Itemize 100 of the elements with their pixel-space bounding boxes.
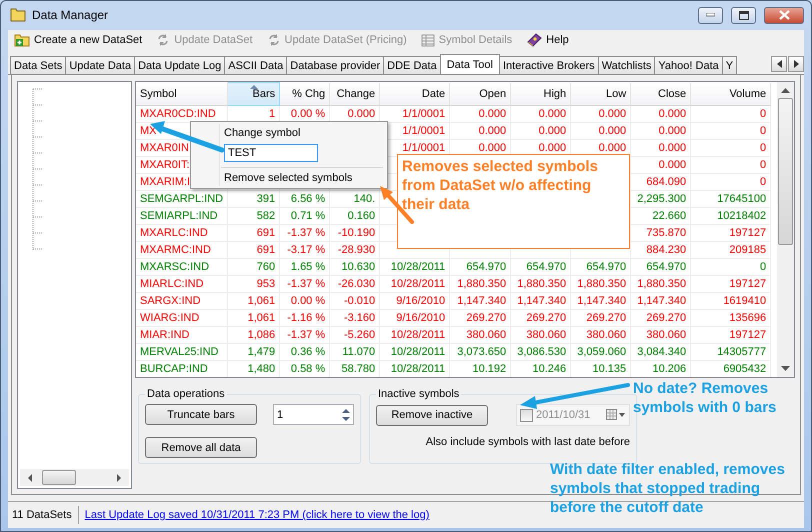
column-header[interactable]: Volume xyxy=(690,82,771,106)
sort-arrow-icon xyxy=(250,84,258,89)
table-cell: 0 xyxy=(690,106,771,122)
table-cell: 1,147.340 xyxy=(510,292,571,310)
column-header[interactable]: Change xyxy=(330,82,380,106)
folder-icon xyxy=(10,8,26,22)
scroll-left-icon[interactable] xyxy=(26,474,34,482)
column-header[interactable]: High xyxy=(510,82,571,106)
table-cell: -1.37 % xyxy=(280,224,330,242)
table-cell: 0.000 xyxy=(510,122,571,140)
table-cell: 1.65 % xyxy=(280,258,330,276)
spin-up-icon[interactable] xyxy=(341,407,352,414)
column-header[interactable]: Bars xyxy=(228,82,280,106)
hint-text: Also include symbols with last date before xyxy=(424,436,630,448)
minimize-button[interactable] xyxy=(698,6,723,24)
scroll-down-icon[interactable] xyxy=(781,366,790,372)
table-cell: 269.270 xyxy=(570,310,631,326)
table-cell: MXARMC:IND xyxy=(136,242,228,258)
tab[interactable]: Yahoo! Data xyxy=(654,56,723,74)
table-cell: 197127 xyxy=(690,326,771,344)
tab[interactable]: Database provider xyxy=(286,56,384,74)
table-cell: 0.000 xyxy=(570,106,631,122)
table-cell: 380.060 xyxy=(570,326,631,344)
table-cell: 269.270 xyxy=(630,310,691,326)
table-cell: -1.37 % xyxy=(280,326,330,344)
callout-text: With date filter enabled, removes symbols that stopped trading before the cutoff date xyxy=(550,460,785,517)
callout-text: No date? Removes symbols with 0 bars xyxy=(633,379,776,417)
table-cell: SARGX:IND xyxy=(136,292,228,310)
toolbar-button[interactable]: Help xyxy=(524,33,571,47)
scrollbar-thumb[interactable] xyxy=(42,470,76,485)
table-cell: 10/28/2011 xyxy=(380,258,450,276)
tab[interactable]: Data Tool xyxy=(440,54,500,74)
tab[interactable]: Data Update Log xyxy=(134,56,226,74)
grid-icon xyxy=(420,34,435,46)
table-cell: 197127 xyxy=(690,224,771,242)
close-icon xyxy=(778,10,790,20)
truncate-button[interactable]: Truncate bars xyxy=(145,404,257,425)
scroll-left-button[interactable] xyxy=(771,56,787,72)
table-cell: 654.970 xyxy=(510,258,571,276)
close-button[interactable] xyxy=(764,6,804,24)
spin-down-icon[interactable] xyxy=(341,415,352,422)
scrollbar-thumb[interactable] xyxy=(778,98,793,245)
table-cell: 1,061 xyxy=(228,292,280,310)
table-cell: 11.070 xyxy=(330,344,380,360)
table-cell: 10/28/2011 xyxy=(380,344,450,360)
tab[interactable]: Update Data xyxy=(65,56,136,74)
tab[interactable]: Y xyxy=(722,56,738,74)
tab[interactable]: Data Sets xyxy=(10,56,66,74)
table-cell: -26.030 xyxy=(330,276,380,292)
table-cell: 14305777 xyxy=(690,344,771,360)
spin-field[interactable]: 1 xyxy=(273,404,354,425)
calendar-icon[interactable] xyxy=(606,409,626,421)
table-cell: 654.970 xyxy=(630,258,691,276)
table-cell: 0.000 xyxy=(450,106,511,122)
scroll-right-icon[interactable] xyxy=(115,474,123,482)
table-cell: 1,086 xyxy=(228,326,280,344)
column-header[interactable]: Low xyxy=(570,82,631,106)
column-header[interactable]: % Chg xyxy=(280,82,330,106)
remove-all-button[interactable]: Remove all data xyxy=(145,437,257,458)
dataset-count: 11 DataSets xyxy=(12,509,72,521)
table-cell: 10/28/2011 xyxy=(380,360,450,377)
column-header[interactable]: Date xyxy=(380,82,450,106)
table-cell: 9/16/2010 xyxy=(380,292,450,310)
table-cell: BURCAP:IND xyxy=(136,360,228,377)
scroll-up-icon[interactable] xyxy=(781,87,790,93)
table-cell: -28.930 xyxy=(330,242,380,258)
table-cell: 10.246 xyxy=(510,360,571,377)
table-cell: -5.260 xyxy=(330,326,380,344)
table-cell: 654.970 xyxy=(450,258,511,276)
table-cell: 6905432 xyxy=(690,360,771,377)
column-header[interactable]: Symbol xyxy=(136,82,228,106)
symbol-input-field[interactable]: TEST xyxy=(224,144,318,162)
table-cell: 3,059.060 xyxy=(570,344,631,360)
table-cell: MERVAL25:IND xyxy=(136,344,228,360)
column-header[interactable]: Close xyxy=(630,82,691,106)
table-cell: 1,147.340 xyxy=(630,292,691,310)
toolbar-button[interactable]: Create a new DataSet xyxy=(12,33,144,47)
table-cell: 10.135 xyxy=(570,360,631,377)
table-cell: SEMIARPL:IND xyxy=(136,208,228,224)
scroll-right-button[interactable] xyxy=(788,56,804,72)
table-cell: 0.000 xyxy=(630,140,691,156)
table-cell: -0.010 xyxy=(330,292,380,310)
tab[interactable]: ASCII Data xyxy=(224,56,288,74)
table-cell: MXARSC:IND xyxy=(136,258,228,276)
table-cell: 0.71 % xyxy=(280,208,330,224)
table-cell: 3,073.650 xyxy=(450,344,511,360)
tab[interactable]: Interactive Brokers xyxy=(498,56,599,74)
table-cell: 10.192 xyxy=(450,360,511,377)
table-cell: -1.16 % xyxy=(280,310,330,326)
maximize-button[interactable] xyxy=(731,6,756,24)
table-cell: 9/16/2010 xyxy=(380,310,450,326)
table-cell: 1,880.350 xyxy=(510,276,571,292)
tab[interactable]: Watchlists xyxy=(598,56,656,74)
log-link[interactable]: Last Update Log saved 10/31/2011 7:23 PM (click here to view the log) xyxy=(84,509,430,521)
table-cell: 269.270 xyxy=(510,310,571,326)
column-header[interactable]: Open xyxy=(450,82,511,106)
table-cell: 0.000 xyxy=(450,122,511,140)
table-cell: 3,084.340 xyxy=(630,344,691,360)
tab[interactable]: DDE Data xyxy=(383,56,441,74)
table-cell: 0 xyxy=(690,258,771,276)
